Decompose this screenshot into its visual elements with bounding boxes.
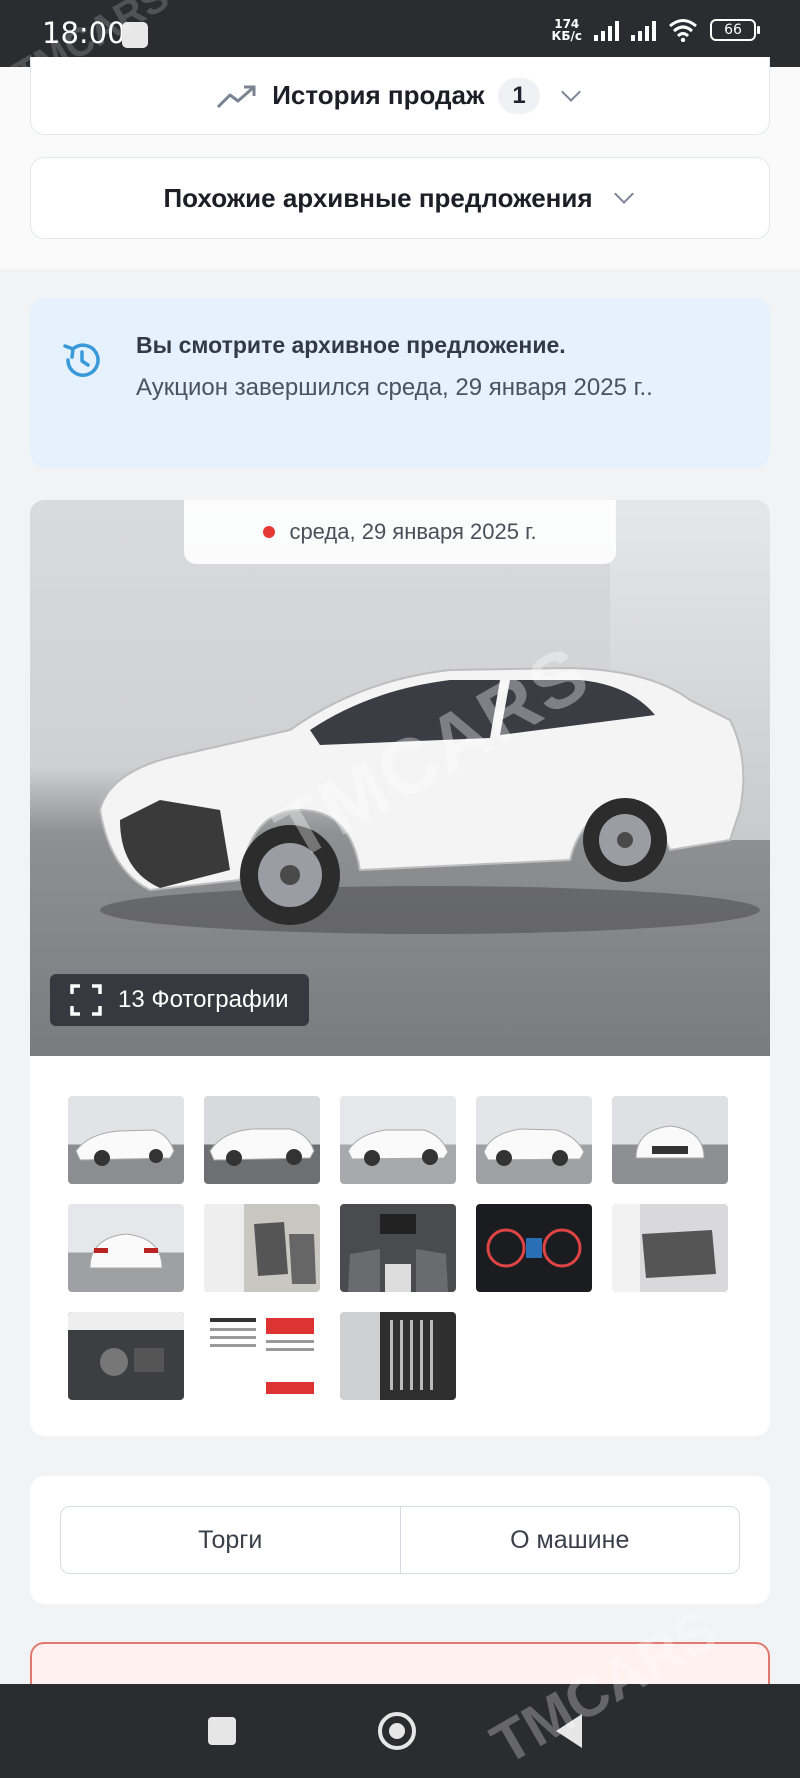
signal-1-icon	[594, 19, 619, 41]
thumbnail-rear-seats[interactable]	[612, 1204, 728, 1292]
photo-count-button[interactable]: 13 Фотографии	[50, 974, 309, 1026]
photo-gallery-card: среда, 29 января 2025 г. TMCARS 13 Фотог…	[30, 500, 770, 1436]
status-indicators: 174 КБ/с 66	[552, 18, 760, 42]
tab-about-car[interactable]: О машине	[399, 1507, 740, 1573]
similar-archive-accordion[interactable]: Похожие архивные предложения	[30, 157, 770, 239]
thumbnail-rear[interactable]	[68, 1204, 184, 1292]
trend-up-icon	[217, 85, 256, 108]
archive-notice: Вы смотрите архивное предложение. Аукцио…	[30, 298, 770, 468]
network-speed-unit: КБ/с	[551, 29, 582, 43]
thumbnail-dashboard[interactable]	[340, 1204, 456, 1292]
signal-2-icon	[631, 19, 656, 41]
network-speed: 174 КБ/с	[552, 18, 582, 42]
thumbnail-grid	[68, 1096, 738, 1400]
similar-archive-label: Похожие архивные предложения	[163, 182, 593, 213]
battery-icon: 66	[710, 19, 760, 41]
status-dot-icon	[263, 526, 276, 538]
sales-history-count: 1	[498, 77, 540, 114]
recent-apps-button[interactable]	[208, 1717, 236, 1745]
auction-date-pill: среда, 29 января 2025 г.	[184, 500, 616, 564]
tabs-card: Торги О машине	[30, 1476, 770, 1604]
thumbnail-front-right-damaged[interactable]	[476, 1096, 592, 1184]
sales-history-accordion[interactable]: История продаж 1	[30, 57, 770, 135]
fullscreen-icon	[70, 984, 102, 1016]
thumbnail-front[interactable]	[612, 1096, 728, 1184]
thumbnail-engine-bay[interactable]	[68, 1312, 184, 1400]
system-nav-bar	[0, 1684, 800, 1778]
home-button[interactable]	[378, 1712, 416, 1750]
tab-auction[interactable]: Торги	[61, 1507, 400, 1573]
thumbnail-document-sheet[interactable]	[204, 1312, 320, 1400]
chevron-down-icon	[560, 81, 581, 102]
sales-history-label: История продаж	[272, 80, 485, 110]
photo-count-label: 13 Фотографии	[118, 986, 289, 1013]
main-photo[interactable]: среда, 29 января 2025 г. TMCARS 13 Фотог…	[30, 500, 770, 1056]
auction-date: среда, 29 января 2025 г.	[289, 519, 537, 544]
top-section: История продаж 1 Похожие архивные предло…	[0, 57, 800, 269]
thumbnail-side-left[interactable]	[204, 1096, 320, 1184]
thumbnail-instrument-cluster[interactable]	[476, 1204, 592, 1292]
thumbnail-vin-label[interactable]	[340, 1312, 456, 1400]
tab-bar: Торги О машине	[60, 1506, 740, 1574]
chevron-down-icon	[613, 184, 634, 204]
history-icon	[63, 343, 100, 377]
thumbnail-rear-left[interactable]	[340, 1096, 456, 1184]
thumbnail-front-left-damaged[interactable]	[68, 1096, 184, 1184]
archive-notice-title: Вы смотрите архивное предложение.	[136, 332, 566, 358]
thumbnail-interior-front-seat[interactable]	[204, 1204, 320, 1292]
archive-notice-text: Аукцион завершился среда, 29 января 2025…	[136, 374, 653, 401]
wifi-icon	[669, 19, 697, 42]
